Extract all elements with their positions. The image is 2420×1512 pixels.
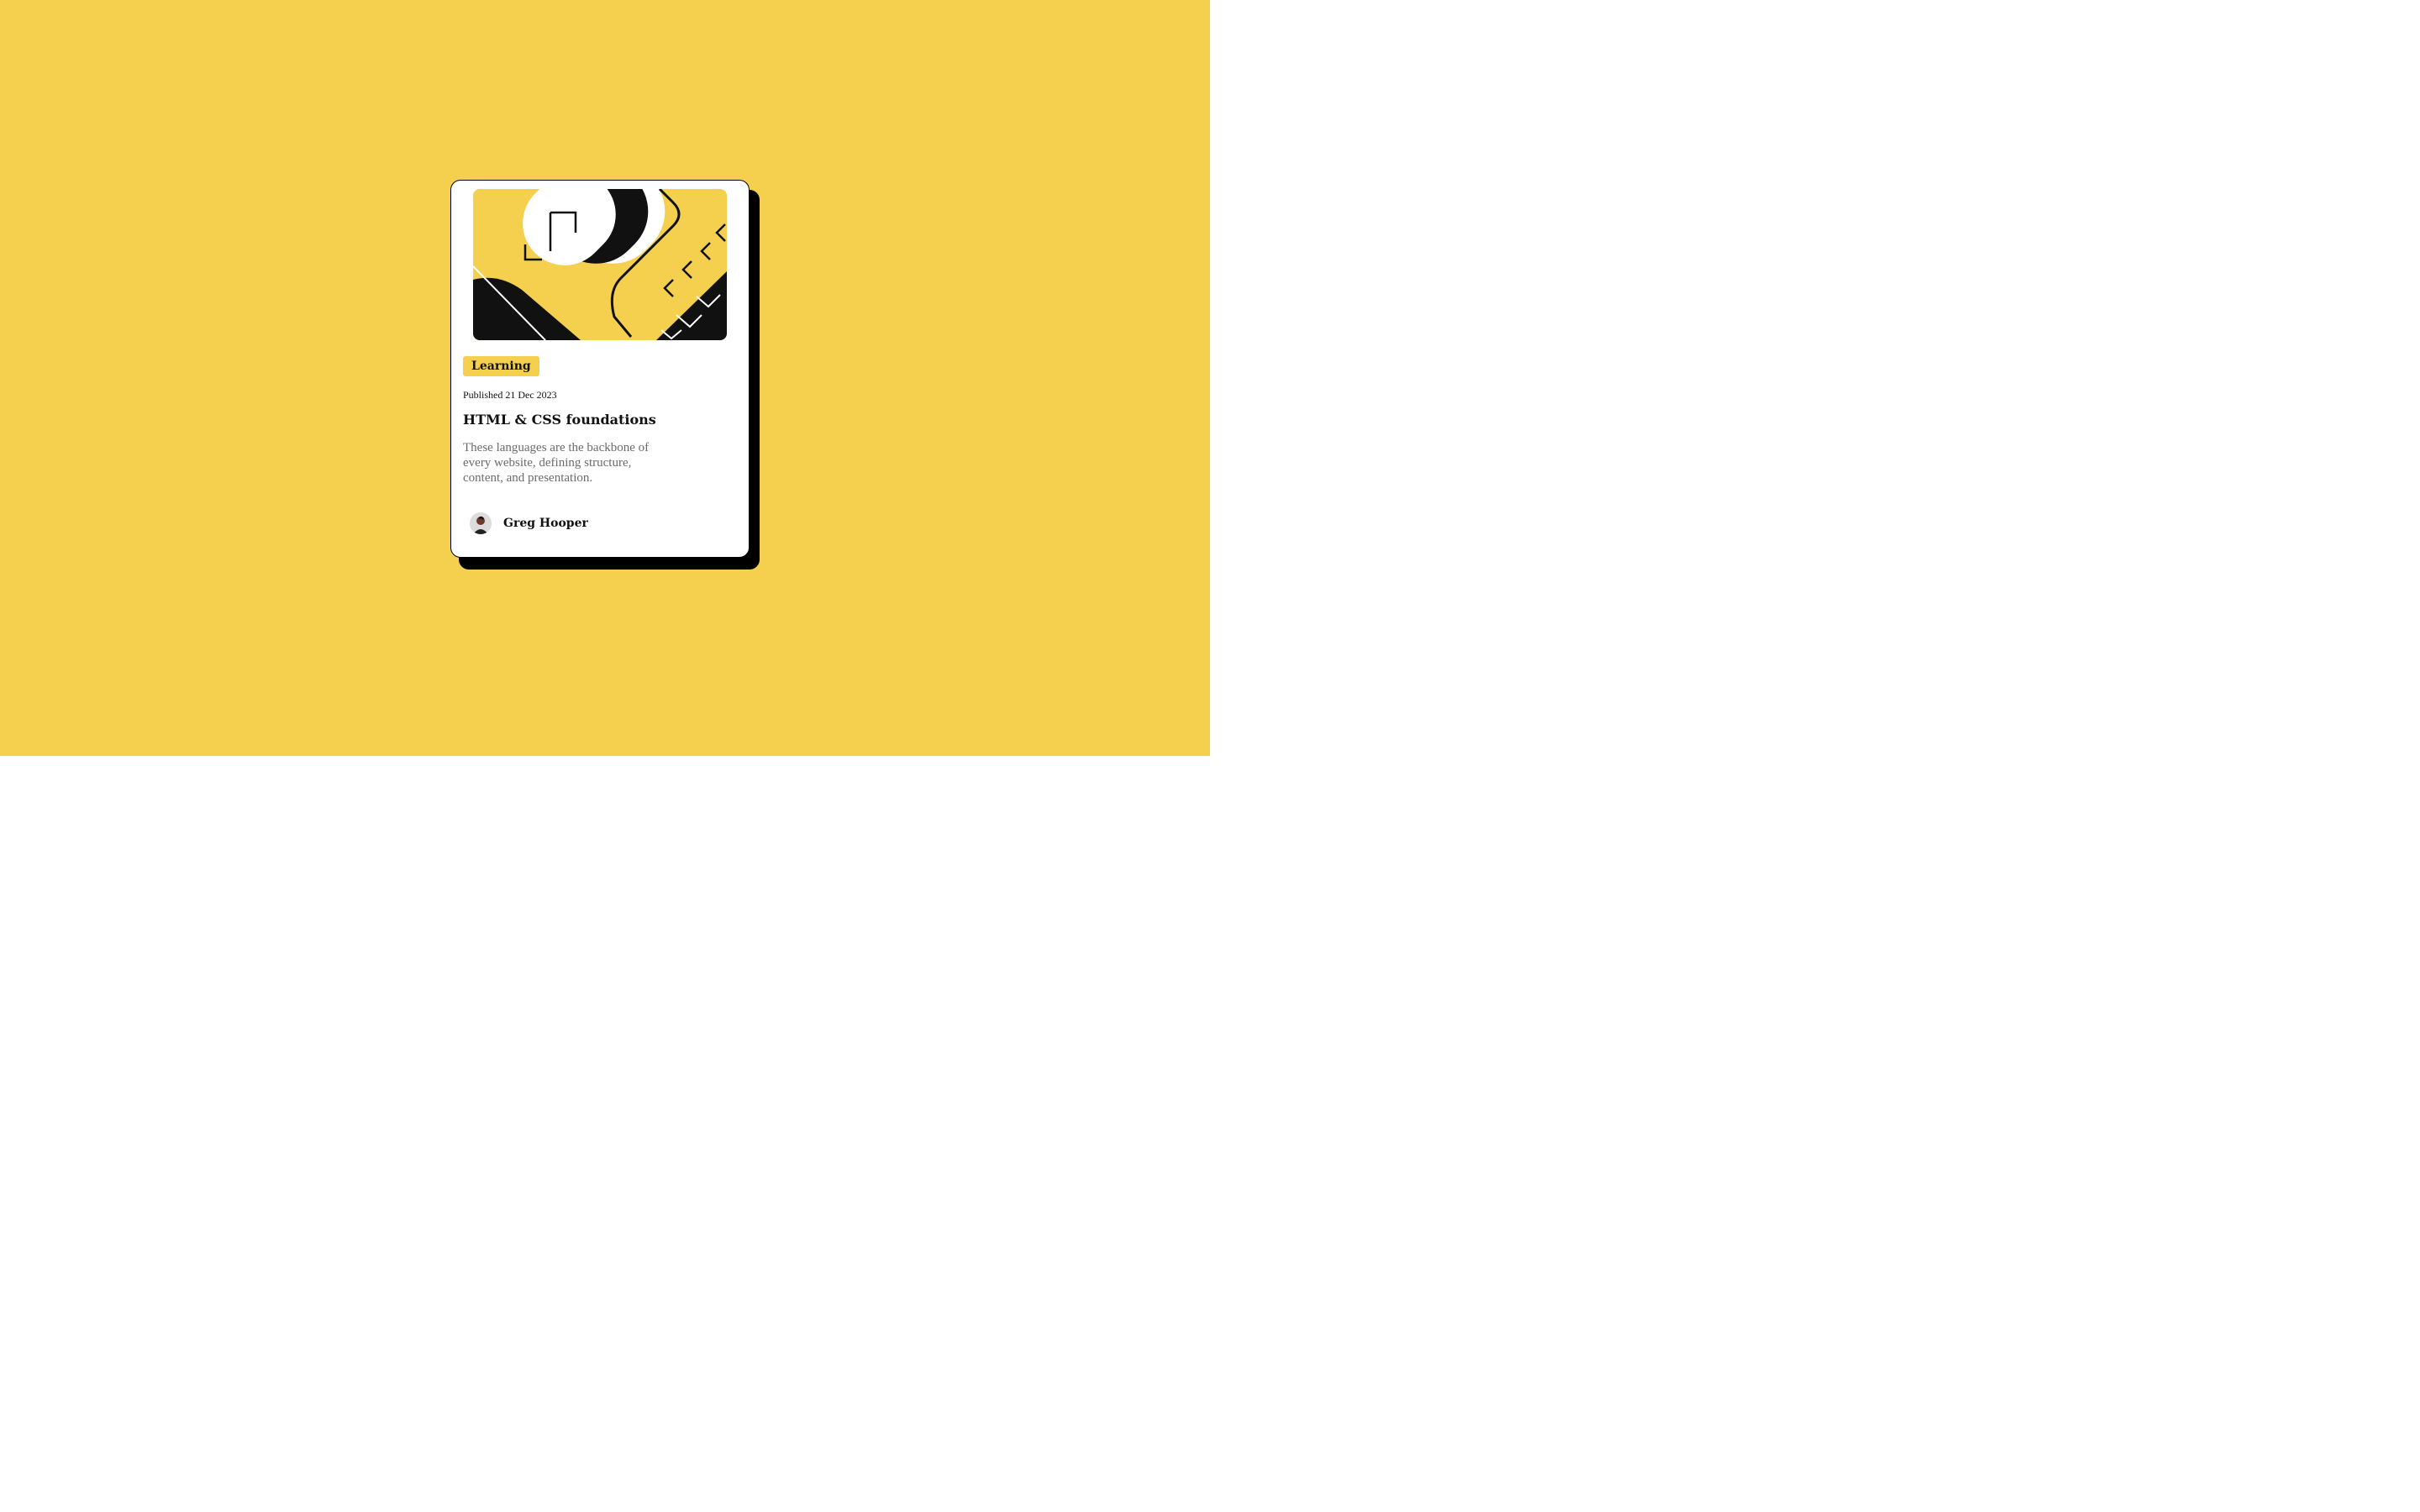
author: Greg Hooper bbox=[470, 511, 588, 536]
page-background: Learning Published 21 Dec 2023 HTML & CS… bbox=[0, 0, 1210, 756]
abstract-illustration-icon bbox=[473, 189, 727, 340]
card-description: These languages are the backbone of ever… bbox=[463, 441, 650, 485]
blog-preview-card[interactable]: Learning Published 21 Dec 2023 HTML & CS… bbox=[450, 180, 750, 558]
published-date: Published 21 Dec 2023 bbox=[463, 389, 557, 401]
card-illustration bbox=[473, 189, 727, 340]
author-name: Greg Hooper bbox=[503, 517, 588, 530]
avatar bbox=[470, 512, 492, 534]
card-title[interactable]: HTML & CSS foundations bbox=[463, 412, 656, 428]
category-tag: Learning bbox=[463, 356, 539, 376]
avatar-portrait-icon bbox=[470, 512, 492, 534]
